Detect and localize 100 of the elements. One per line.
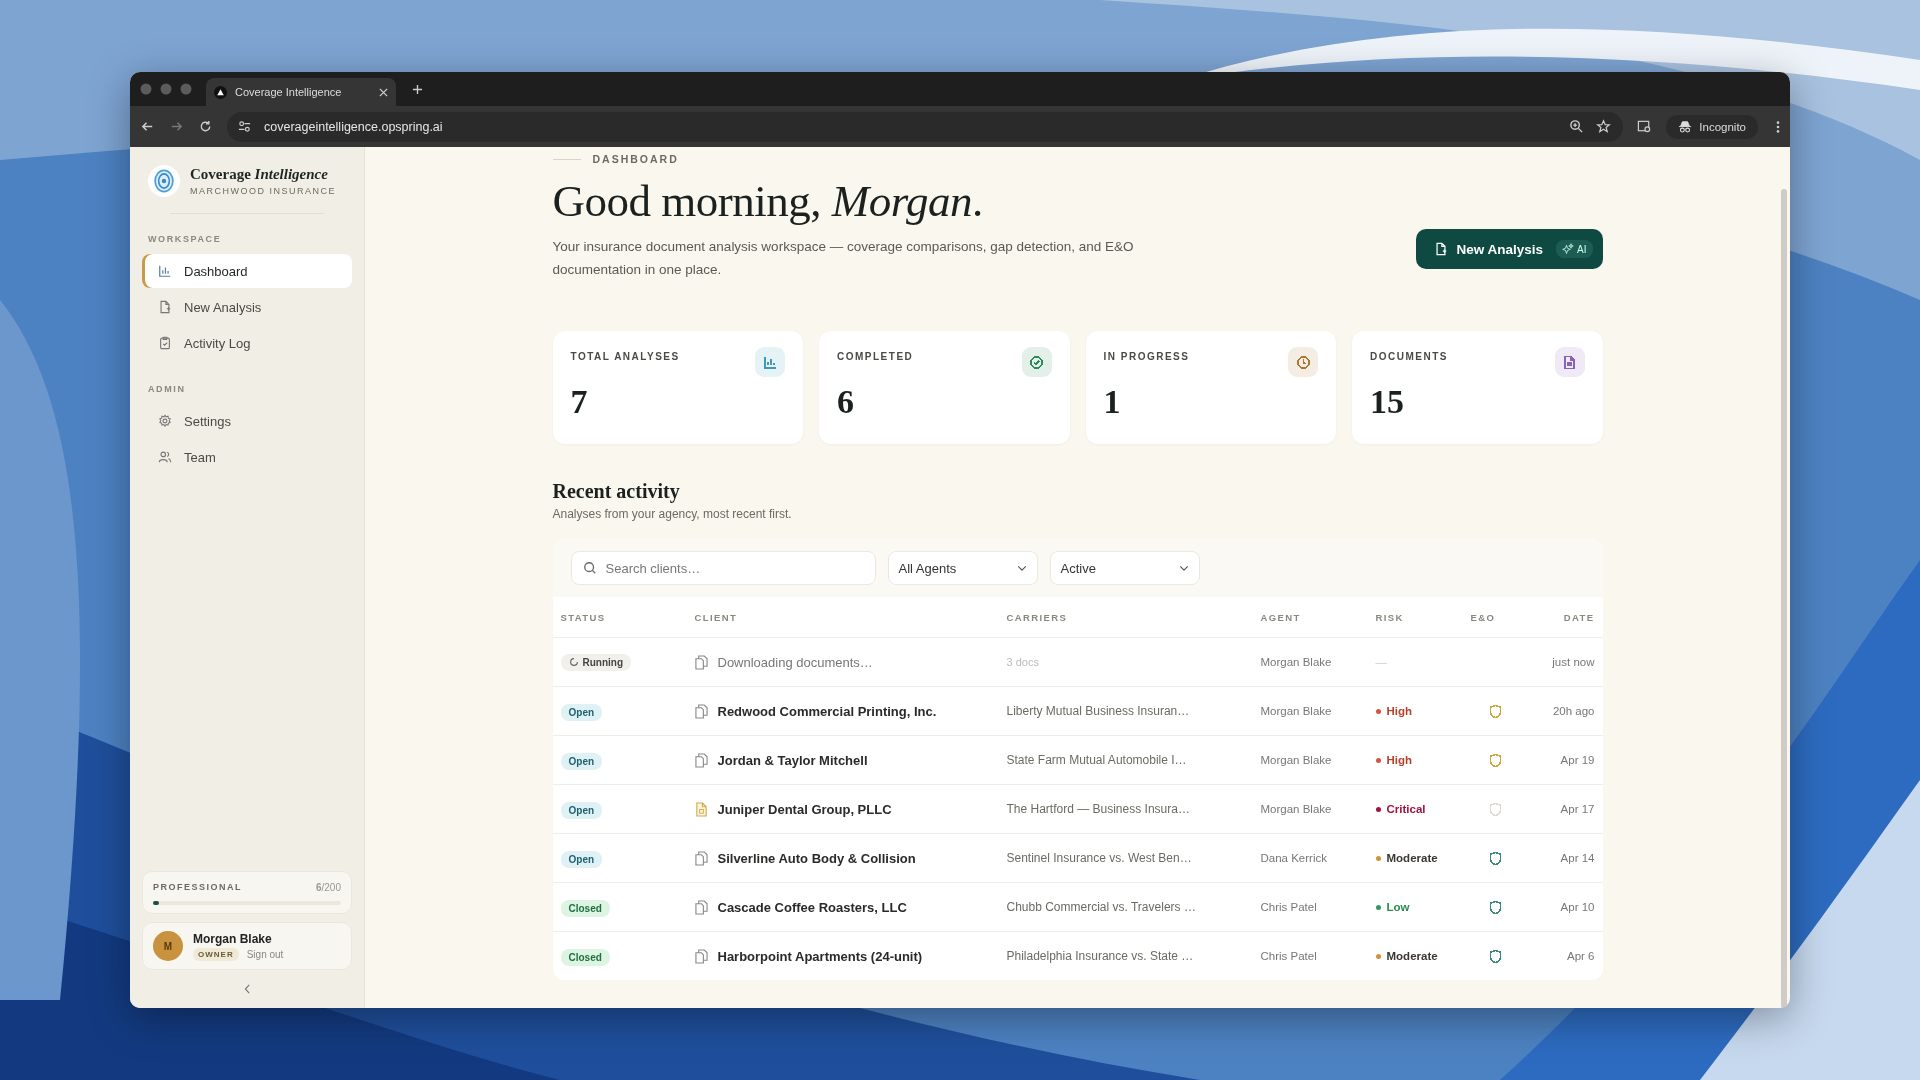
stat-label: DOCUMENTS xyxy=(1370,350,1448,364)
carriers-text: Sentinel Insurance vs. West Ben… xyxy=(1006,851,1193,865)
risk-level: Moderate xyxy=(1386,852,1438,864)
column-header: STATUS xyxy=(560,611,607,623)
nav-item[interactable]: Activity Log xyxy=(142,326,352,360)
plus-icon[interactable] xyxy=(412,83,423,95)
table-row[interactable]: Closed Harborpoint Apartments (24-unit) Philadelphia Insurance vs. State … Chris Patel Moderate Apr 6 xyxy=(552,931,1603,980)
zoom-icon[interactable] xyxy=(1569,119,1585,134)
more-menu-icon[interactable] xyxy=(1776,119,1780,134)
search-icon xyxy=(582,561,597,575)
date-text: just now xyxy=(1551,656,1595,668)
nav-item[interactable]: Dashboard xyxy=(142,254,352,288)
sparkle-icon xyxy=(1562,243,1575,255)
tab-title: Coverage Intelligence xyxy=(235,86,343,98)
stat-label: IN PROGRESS xyxy=(1103,350,1190,364)
site-settings-icon[interactable] xyxy=(237,119,252,134)
incognito-button[interactable]: Incognito xyxy=(1666,114,1758,139)
client-name: Jordan & Taylor Mitchell xyxy=(717,752,868,768)
status-badge: Running xyxy=(560,653,632,671)
role-badge: OWNER xyxy=(193,947,239,961)
url-text: coverageintelligence.opspring.ai xyxy=(264,119,443,134)
brand-name: Coverage Intelligence xyxy=(190,166,329,183)
brand-subtitle: MARCHWOOD INSURANCE xyxy=(190,186,336,196)
risk-level: Low xyxy=(1386,901,1410,913)
star-icon[interactable] xyxy=(1596,119,1612,134)
column-header: CARRIERS xyxy=(1006,611,1069,623)
risk-level: Moderate xyxy=(1386,950,1438,962)
section-title: WORKSPACE xyxy=(148,234,223,244)
date-text: Apr 6 xyxy=(1566,950,1595,962)
window-controls-icon[interactable] xyxy=(140,83,192,95)
status-badge: Open xyxy=(560,850,603,868)
nav-item[interactable]: Settings xyxy=(142,404,352,438)
client-name: Downloading documents… xyxy=(717,654,873,670)
status-dropdown[interactable]: Active xyxy=(1049,551,1200,585)
column-header: DATE xyxy=(1562,611,1595,623)
risk-level: Critical xyxy=(1386,803,1426,815)
carriers-text: The Hartford — Business Insura… xyxy=(1006,802,1191,816)
browser-tab[interactable]: Coverage Intelligence xyxy=(206,78,396,106)
search-field[interactable]: Search clients… xyxy=(570,551,876,585)
tab-search-icon[interactable] xyxy=(1637,119,1653,134)
bar-chart-icon xyxy=(158,264,172,278)
nav-item[interactable]: New Analysis xyxy=(142,290,352,324)
client-name: Cascade Coffee Roasters, LLC xyxy=(717,899,907,915)
stat-label: TOTAL ANALYSES xyxy=(570,350,680,364)
risk-level: High xyxy=(1386,754,1413,766)
copy-icon xyxy=(694,752,708,768)
section-heading: Recent activity xyxy=(552,480,681,503)
risk-level: — xyxy=(1375,656,1387,668)
avatar: M xyxy=(153,931,183,961)
column-header: CLIENT xyxy=(694,611,739,623)
carriers-text: State Farm Mutual Automobile I… xyxy=(1006,753,1188,767)
copy-icon xyxy=(694,703,708,719)
stat-value: 6 xyxy=(837,383,855,421)
nav-item[interactable]: Team xyxy=(142,440,352,474)
user-name: Morgan Blake xyxy=(193,931,273,946)
carriers-text: 3 docs xyxy=(1006,656,1040,668)
plan-name: PROFESSIONAL xyxy=(153,882,242,893)
copy-icon xyxy=(694,899,708,915)
section-title: ADMIN xyxy=(148,384,187,394)
date-text: Apr 14 xyxy=(1559,852,1595,864)
agent-name: Morgan Blake xyxy=(1260,803,1333,815)
status-badge: Closed xyxy=(560,899,610,917)
agent-name: Morgan Blake xyxy=(1260,656,1333,668)
scrollbar[interactable] xyxy=(1781,189,1787,1008)
stat-label: COMPLETED xyxy=(837,350,914,364)
table-row[interactable]: Running Downloading documents… 3 docs Morgan Blake — just now xyxy=(552,637,1603,686)
plan-usage: 6/200 xyxy=(315,882,341,893)
agent-name: Morgan Blake xyxy=(1260,705,1333,717)
client-name: Harborpoint Apartments (24-unit) xyxy=(717,948,923,964)
copy-icon xyxy=(694,850,708,866)
ai-badge: AI xyxy=(1556,240,1593,258)
reload-icon[interactable] xyxy=(198,119,213,134)
agent-name: Chris Patel xyxy=(1260,950,1318,962)
spinner-icon xyxy=(568,657,579,667)
sign-out-link[interactable]: Sign out xyxy=(246,948,284,960)
collapse-chevron-icon[interactable] xyxy=(243,984,251,994)
status-badge: Closed xyxy=(560,948,610,966)
date-text: Apr 17 xyxy=(1559,803,1595,815)
breadcrumb: DASHBOARD xyxy=(592,153,679,165)
close-icon[interactable] xyxy=(379,87,388,97)
table-row[interactable]: Open Juniper Dental Group, PLLC The Hartford — Business Insura… Morgan Blake Critical Apr 17 xyxy=(552,784,1603,833)
date-text: Apr 19 xyxy=(1559,754,1595,766)
address-bar[interactable]: coverageintelligence.opspring.ai xyxy=(227,111,1624,142)
agent-name: Dana Kerrick xyxy=(1260,852,1328,864)
status-badge: Open xyxy=(560,801,603,819)
date-text: Apr 10 xyxy=(1559,901,1595,913)
table-row[interactable]: Open Silverline Auto Body & Collision Sentinel Insurance vs. West Ben… Dana Kerrick Moderate Apr 14 xyxy=(552,833,1603,882)
agent-name: Chris Patel xyxy=(1260,901,1318,913)
carriers-text: Chubb Commercial vs. Travelers … xyxy=(1006,900,1197,914)
risk-level: High xyxy=(1386,705,1413,717)
table-row[interactable]: Open Jordan & Taylor Mitchell State Farm Mutual Automobile I… Morgan Blake High Apr 19 xyxy=(552,735,1603,784)
copy-icon xyxy=(694,654,708,670)
status-badge: Open xyxy=(560,752,603,770)
new-analysis-button[interactable]: New Analysis AI xyxy=(1415,229,1603,269)
table-row[interactable]: Open Redwood Commercial Printing, Inc. Liberty Mutual Business Insuran… Morgan Blake High 20h ago xyxy=(552,686,1603,735)
copy-icon xyxy=(694,948,708,964)
column-header: AGENT xyxy=(1260,611,1302,623)
agent-dropdown[interactable]: All Agents xyxy=(887,551,1038,585)
file-plus-icon xyxy=(1433,242,1448,256)
table-row[interactable]: Closed Cascade Coffee Roasters, LLC Chubb Commercial vs. Travelers … Chris Patel Low Apr 10 xyxy=(552,882,1603,931)
